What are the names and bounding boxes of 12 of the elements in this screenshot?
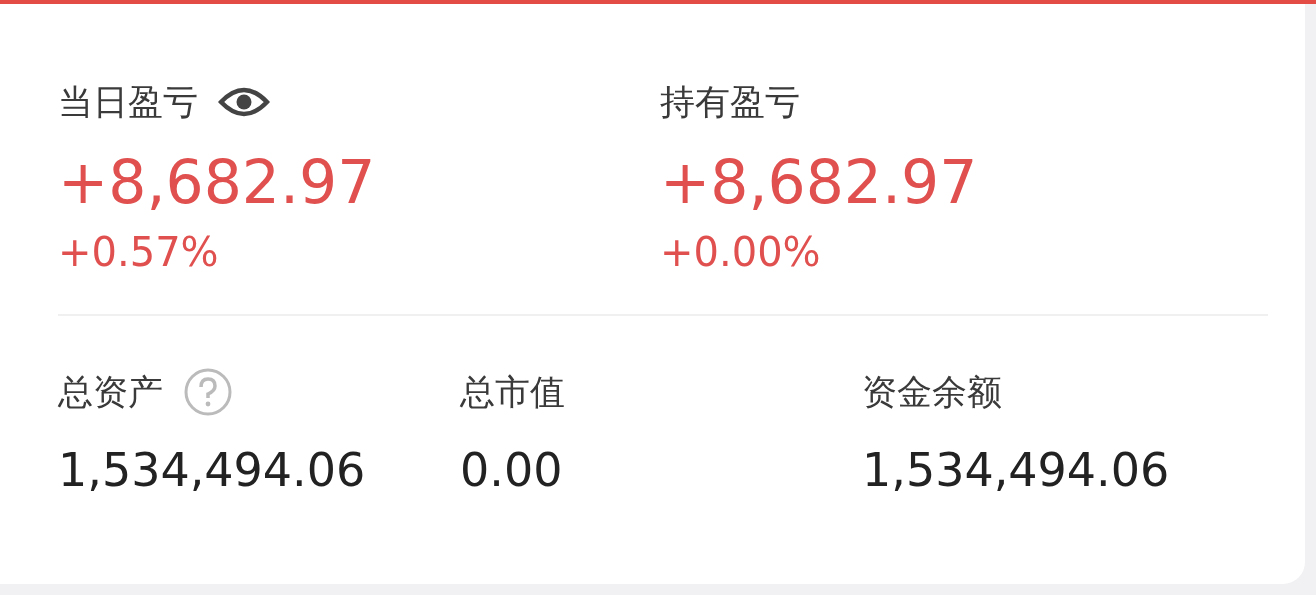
profit-percent: +0.57% xyxy=(58,228,220,277)
profit-percent: +0.00% xyxy=(660,228,822,277)
stat-label: 总市值 xyxy=(460,370,565,414)
stat-label: 当日盈亏 xyxy=(58,80,198,124)
stat-value: 1,534,494.06 xyxy=(862,442,1171,498)
stat-value: 0.00 xyxy=(460,442,564,498)
profit-amount: +8,682.97 xyxy=(660,146,979,218)
stat-label: 资金余额 xyxy=(862,370,1002,414)
stat-label: 持有盈亏 xyxy=(660,80,800,124)
stat-label: 总资产 xyxy=(58,370,163,414)
stat-value: 1,534,494.06 xyxy=(58,442,367,498)
profit-amount: +8,682.97 xyxy=(58,146,377,218)
